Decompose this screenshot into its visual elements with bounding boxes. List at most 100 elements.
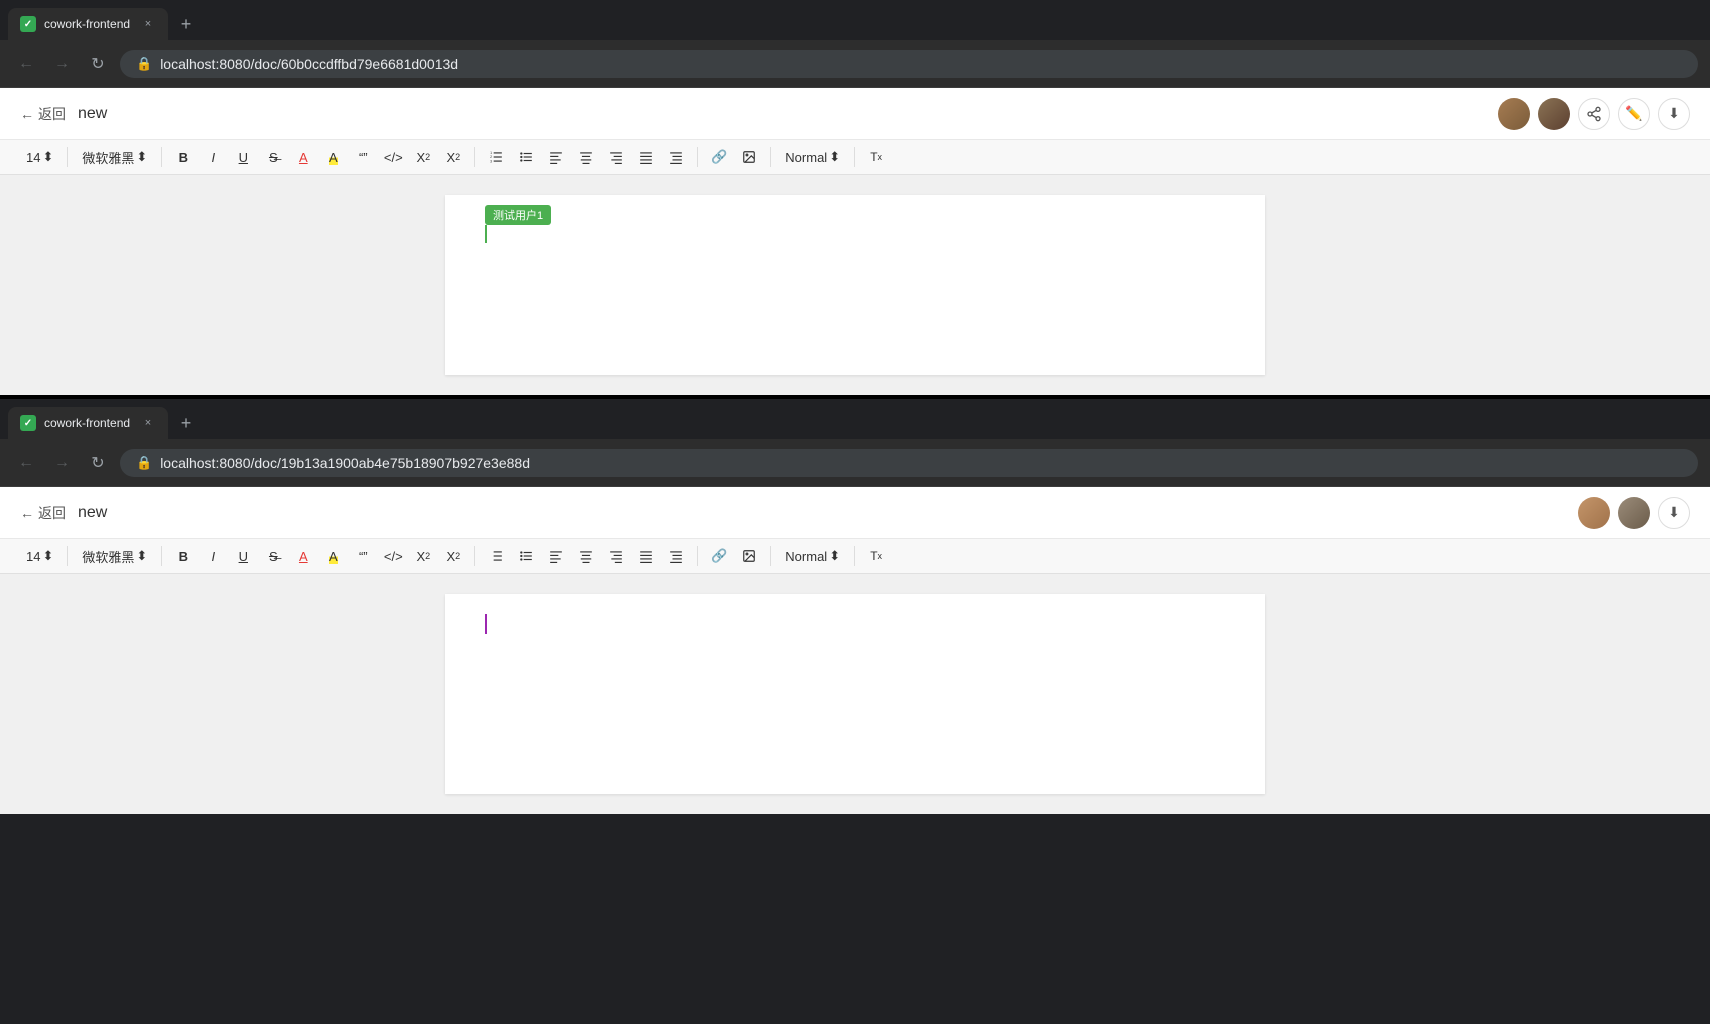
url-text-2: localhost:8080/doc/19b13a1900ab4e75b1890… — [160, 455, 530, 471]
image-button-2[interactable] — [736, 543, 762, 569]
align-left-button-1[interactable] — [543, 144, 569, 170]
divider-8 — [161, 546, 162, 566]
app-content-1: ← 返回 new ✏️ ⬇ 14 — [0, 88, 1710, 395]
back-nav-2[interactable]: ← — [12, 449, 40, 477]
font-name-select-1[interactable]: 微软雅黑 ⬍ — [76, 146, 153, 169]
subscript-button-2[interactable]: X2 — [410, 543, 436, 569]
tab-close-2[interactable]: × — [140, 415, 156, 431]
reload-nav-1[interactable]: ↻ — [84, 50, 112, 78]
divider-9 — [474, 546, 475, 566]
back-button-2[interactable]: ← 返回 — [20, 503, 66, 523]
strikethrough-button-1[interactable]: S̶ — [260, 144, 286, 170]
code-button-2[interactable]: </> — [380, 543, 406, 569]
underline-button-1[interactable]: U — [230, 144, 256, 170]
avatar-3 — [1578, 497, 1610, 529]
align-right-button-2[interactable] — [603, 543, 629, 569]
divider-3 — [474, 147, 475, 167]
divider-11 — [770, 546, 771, 566]
edit-button-1[interactable]: ✏️ — [1618, 98, 1650, 130]
tab-favicon-2 — [20, 415, 36, 431]
underline-button-2[interactable]: U — [230, 543, 256, 569]
code-button-1[interactable]: </> — [380, 144, 406, 170]
indent-button-2[interactable] — [663, 543, 689, 569]
font-size-select-1[interactable]: 14 ⬍ — [20, 147, 59, 167]
new-tab-button-1[interactable]: + — [172, 10, 200, 38]
address-bar-2: ← → ↻ 🔒 localhost:8080/doc/19b13a1900ab4… — [0, 439, 1710, 487]
italic-button-1[interactable]: I — [200, 144, 226, 170]
back-arrow-2: ← — [20, 505, 34, 521]
font-size-select-2[interactable]: 14 ⬍ — [20, 546, 59, 566]
quote-button-2[interactable]: “” — [350, 543, 376, 569]
font-name-arrow-1: ⬍ — [136, 149, 147, 165]
align-left-button-2[interactable] — [543, 543, 569, 569]
normal-label-2: Normal — [785, 549, 827, 564]
share-button-1[interactable] — [1578, 98, 1610, 130]
doc-title-2: new — [78, 504, 107, 522]
tab-1[interactable]: cowork-frontend × — [8, 8, 168, 40]
back-arrow-1: ← — [20, 106, 34, 122]
superscript-button-2[interactable]: X2 — [440, 543, 466, 569]
ordered-list-button-2[interactable] — [483, 543, 509, 569]
url-text-1: localhost:8080/doc/60b0ccdffbd79e6681d00… — [160, 56, 458, 72]
user-label-1: 测试用户1 — [485, 205, 551, 225]
download-button-2[interactable]: ⬇ — [1658, 497, 1690, 529]
link-button-1[interactable]: 🔗 — [706, 144, 732, 170]
align-center-button-1[interactable] — [573, 144, 599, 170]
back-nav-1[interactable]: ← — [12, 50, 40, 78]
justify-button-2[interactable] — [633, 543, 659, 569]
tab-title-2: cowork-frontend — [44, 416, 132, 430]
editor-page-2[interactable] — [445, 594, 1265, 794]
highlight-button-2[interactable]: A — [320, 543, 346, 569]
download-button-1[interactable]: ⬇ — [1658, 98, 1690, 130]
clear-format-button-1[interactable]: Tx — [863, 144, 889, 170]
cursor-1 — [485, 225, 487, 243]
tab-close-1[interactable]: × — [140, 16, 156, 32]
unordered-list-button-1[interactable] — [513, 144, 539, 170]
unordered-list-button-2[interactable] — [513, 543, 539, 569]
strikethrough-button-2[interactable]: S̶ — [260, 543, 286, 569]
quote-button-1[interactable]: “” — [350, 144, 376, 170]
divider-6 — [854, 147, 855, 167]
superscript-button-1[interactable]: X2 — [440, 144, 466, 170]
avatar-1 — [1498, 98, 1530, 130]
justify-button-1[interactable] — [633, 144, 659, 170]
url-bar-1[interactable]: 🔒 localhost:8080/doc/60b0ccdffbd79e6681d… — [120, 50, 1698, 78]
font-color-button-1[interactable]: A — [290, 144, 316, 170]
avatar-2 — [1538, 98, 1570, 130]
indent-button-1[interactable] — [663, 144, 689, 170]
editor-container-2 — [0, 574, 1710, 814]
font-name-select-2[interactable]: 微软雅黑 ⬍ — [76, 545, 153, 568]
divider-1 — [67, 147, 68, 167]
image-button-1[interactable] — [736, 144, 762, 170]
link-button-2[interactable]: 🔗 — [706, 543, 732, 569]
bold-button-1[interactable]: B — [170, 144, 196, 170]
browser-window-1: cowork-frontend × + ← → ↻ 🔒 localhost:80… — [0, 0, 1710, 395]
divider-5 — [770, 147, 771, 167]
svg-text:2: 2 — [490, 155, 492, 159]
lock-icon-1: 🔒 — [136, 56, 152, 72]
font-color-button-2[interactable]: A — [290, 543, 316, 569]
reload-nav-2[interactable]: ↻ — [84, 449, 112, 477]
tab-2[interactable]: cowork-frontend × — [8, 407, 168, 439]
url-bar-2[interactable]: 🔒 localhost:8080/doc/19b13a1900ab4e75b18… — [120, 449, 1698, 477]
back-button-1[interactable]: ← 返回 — [20, 104, 66, 124]
highlight-button-1[interactable]: A — [320, 144, 346, 170]
editor-page-1[interactable]: 测试用户1 — [445, 195, 1265, 375]
forward-nav-1[interactable]: → — [48, 50, 76, 78]
browser-window-2: cowork-frontend × + ← → ↻ 🔒 localhost:80… — [0, 399, 1710, 814]
font-size-group-1: 14 ⬍ — [20, 147, 59, 167]
clear-format-button-2[interactable]: Tx — [863, 543, 889, 569]
subscript-button-1[interactable]: X2 — [410, 144, 436, 170]
align-right-button-1[interactable] — [603, 144, 629, 170]
normal-select-2[interactable]: Normal ⬍ — [779, 546, 846, 566]
italic-button-2[interactable]: I — [200, 543, 226, 569]
forward-nav-2[interactable]: → — [48, 449, 76, 477]
font-size-value-1: 14 — [26, 150, 40, 165]
divider-7 — [67, 546, 68, 566]
ordered-list-button-1[interactable]: 123 — [483, 144, 509, 170]
align-center-button-2[interactable] — [573, 543, 599, 569]
back-label-2: 返回 — [38, 503, 66, 523]
bold-button-2[interactable]: B — [170, 543, 196, 569]
new-tab-button-2[interactable]: + — [172, 409, 200, 437]
normal-select-1[interactable]: Normal ⬍ — [779, 147, 846, 167]
